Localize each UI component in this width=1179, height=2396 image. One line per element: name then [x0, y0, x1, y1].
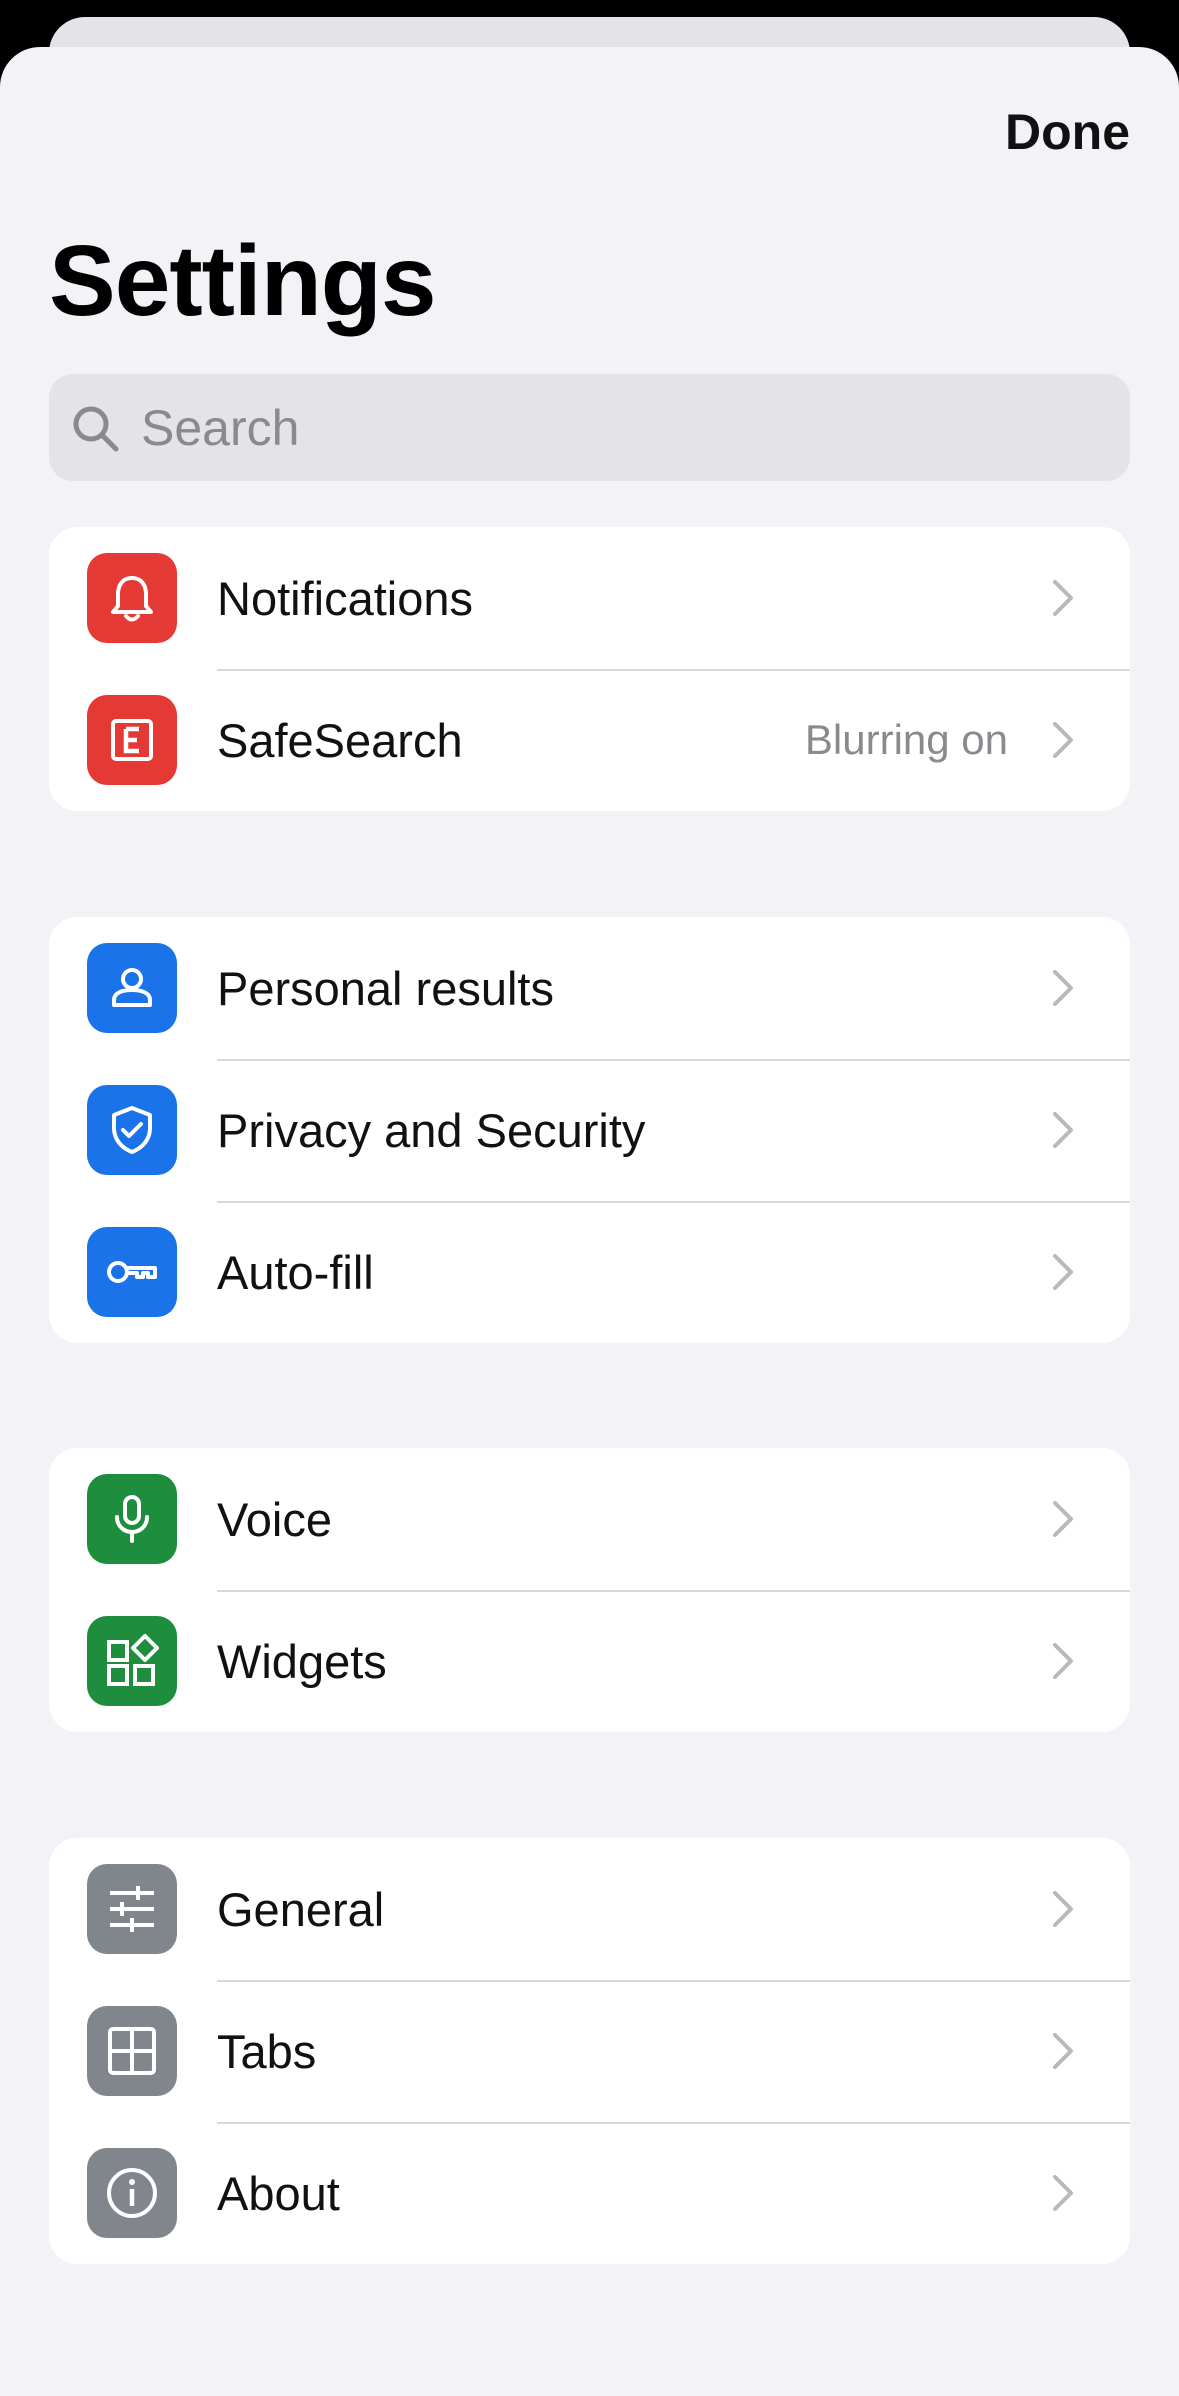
info-icon [87, 2148, 177, 2238]
settings-item-label: Auto-fill [217, 1245, 374, 1299]
chevron-right-icon [1048, 966, 1078, 1010]
chevron-right-icon [1048, 1639, 1078, 1683]
settings-item-privacy-security[interactable]: Privacy and Security [49, 1059, 1130, 1201]
chevron-right-icon [1048, 1497, 1078, 1541]
chevron-right-icon [1048, 2029, 1078, 2073]
chevron-right-icon [1048, 576, 1078, 620]
settings-group-app: General Tabs About [49, 1838, 1130, 2264]
settings-item-safesearch[interactable]: SafeSearch Blurring on [49, 669, 1130, 811]
settings-group-account: Personal results Privacy and Security Au… [49, 917, 1130, 1343]
settings-item-general[interactable]: General [49, 1838, 1130, 1980]
microphone-icon [87, 1474, 177, 1564]
settings-item-about[interactable]: About [49, 2122, 1130, 2264]
settings-item-voice[interactable]: Voice [49, 1448, 1130, 1590]
chevron-right-icon [1048, 1887, 1078, 1931]
settings-item-label: Tabs [217, 2024, 317, 2078]
chevron-right-icon [1048, 2171, 1078, 2215]
search-bar[interactable] [49, 374, 1130, 481]
settings-item-label: Widgets [217, 1634, 387, 1688]
widgets-icon [87, 1616, 177, 1706]
settings-item-tabs[interactable]: Tabs [49, 1980, 1130, 2122]
screen: Done Settings Notifications [0, 0, 1179, 2396]
chevron-right-icon [1048, 718, 1078, 762]
settings-item-label: Notifications [217, 571, 473, 625]
settings-item-label: Voice [217, 1492, 332, 1546]
settings-item-label: About [217, 2166, 340, 2220]
key-icon [87, 1227, 177, 1317]
settings-item-label: Personal results [217, 961, 554, 1015]
settings-item-label: Privacy and Security [217, 1103, 646, 1157]
shield-check-icon [87, 1085, 177, 1175]
settings-sheet: Done Settings Notifications [0, 47, 1179, 2396]
chevron-right-icon [1048, 1108, 1078, 1152]
settings-group-input: Voice Widgets [49, 1448, 1130, 1732]
person-icon [87, 943, 177, 1033]
page-title: Settings [49, 225, 436, 337]
settings-item-notifications[interactable]: Notifications [49, 527, 1130, 669]
chevron-right-icon [1048, 1250, 1078, 1294]
tabs-grid-icon [87, 2006, 177, 2096]
settings-item-widgets[interactable]: Widgets [49, 1590, 1130, 1732]
settings-item-personal-results[interactable]: Personal results [49, 917, 1130, 1059]
done-button[interactable]: Done [1005, 103, 1130, 161]
settings-item-label: SafeSearch [217, 713, 463, 767]
sliders-icon [87, 1864, 177, 1954]
search-input[interactable] [139, 397, 1043, 458]
settings-item-label: General [217, 1882, 385, 1936]
settings-group-alerts: Notifications SafeSearch Blurring on [49, 527, 1130, 811]
search-icon [67, 400, 123, 456]
settings-item-auto-fill[interactable]: Auto-fill [49, 1201, 1130, 1343]
safesearch-status-value: Blurring on [804, 716, 1008, 763]
explicit-icon [87, 695, 177, 785]
bell-icon [87, 553, 177, 643]
